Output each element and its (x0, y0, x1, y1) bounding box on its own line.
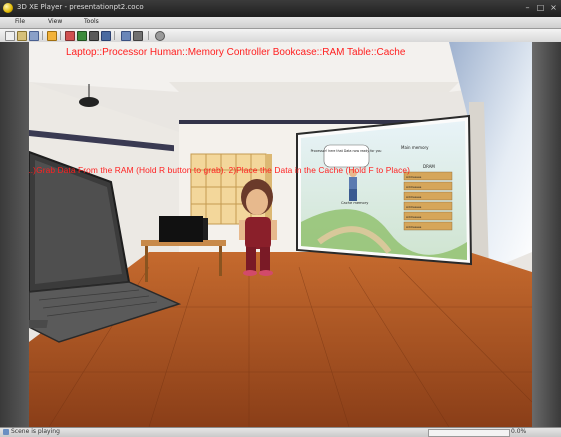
left-frame (0, 42, 29, 427)
settings-icon[interactable] (121, 31, 131, 41)
object-mapping-label: Laptop::Processor Human::Memory Controll… (66, 47, 406, 58)
ceiling-lamp (79, 97, 99, 107)
film-icon[interactable] (89, 31, 99, 41)
camera-icon[interactable] (65, 31, 75, 41)
3d-viewport[interactable]: Processor! here that Data now ready for … (29, 42, 532, 427)
menu-tools[interactable]: Tools (84, 18, 99, 25)
main-memory-label: Main memory (401, 145, 429, 150)
toolbar-separator (60, 31, 61, 40)
address-label: Addresses (406, 205, 422, 209)
address-label: Addresses (406, 195, 422, 199)
right-frame (532, 42, 561, 427)
save-icon[interactable] (29, 31, 39, 41)
cache-memory-label: Cache memory (341, 201, 369, 205)
toolbar (0, 29, 561, 43)
gear-icon[interactable] (155, 31, 165, 41)
status-text: Scene is playing (11, 428, 60, 435)
toolbar-separator (114, 31, 115, 40)
chart-icon[interactable] (77, 31, 87, 41)
screen-icon[interactable] (133, 31, 143, 41)
menu-file[interactable]: File (15, 18, 25, 25)
open-icon[interactable] (17, 31, 27, 41)
maximize-button[interactable]: □ (536, 3, 545, 12)
instruction-text: 1.)Grab Data From the RAM (Hold R button… (29, 165, 411, 175)
close-button[interactable]: × (549, 3, 558, 12)
zoom-readout: 0.0% (511, 428, 527, 435)
menu-bar: File View Tools (0, 17, 561, 29)
dram-label: DRAM (423, 164, 435, 169)
address-label: Addresses (406, 215, 422, 219)
monitor-icon[interactable] (101, 31, 111, 41)
title-bar: 3D XE Player - presentationpt2.coco – □ … (0, 0, 561, 17)
presentation-board[interactable]: Processor! here that Data now ready for … (296, 114, 473, 266)
address-label: Addresses (406, 175, 422, 179)
app-logo-icon (3, 3, 13, 13)
toolbar-separator (148, 31, 149, 40)
window-title: 3D XE Player - presentationpt2.coco (17, 3, 144, 11)
status-icon (3, 429, 9, 435)
menu-view[interactable]: View (48, 18, 62, 25)
board-bubble-text: Processor! here that Data now ready for … (311, 149, 382, 153)
new-icon[interactable] (5, 31, 15, 41)
scene-render: Processor! here that Data now ready for … (29, 42, 532, 427)
address-label: Addresses (406, 185, 422, 189)
folder-icon[interactable] (47, 31, 57, 41)
toolbar-separator (42, 31, 43, 40)
address-label: Addresses (406, 225, 422, 229)
minimize-button[interactable]: – (523, 3, 532, 12)
window-controls: – □ × (523, 3, 558, 12)
